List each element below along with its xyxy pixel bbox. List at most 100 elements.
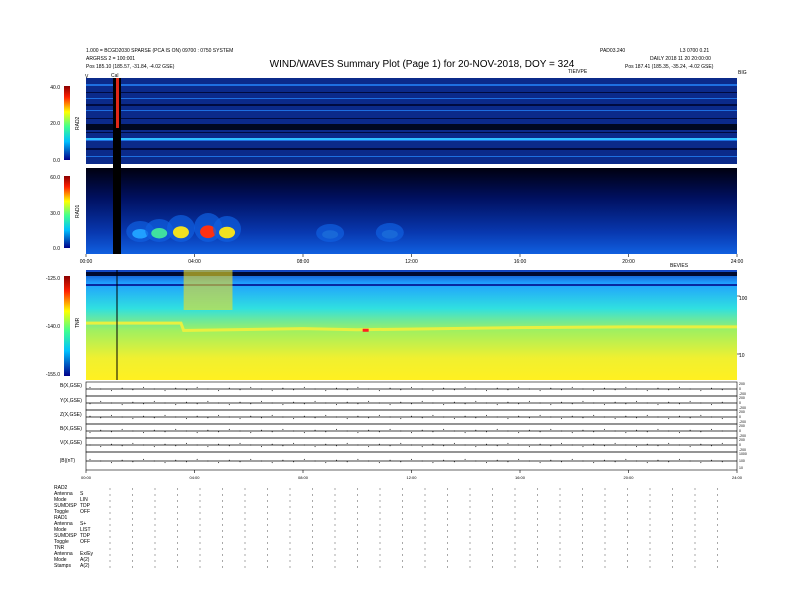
footer-dot: [222, 542, 223, 544]
footer-dot: [379, 536, 381, 538]
footer-dot: [312, 554, 313, 556]
footer-dot: [154, 542, 156, 544]
footer-dot: [649, 566, 651, 568]
footer-dot: [357, 494, 358, 496]
footer-dot: [627, 548, 628, 550]
line-panel-point: [378, 402, 380, 404]
line-panel-point: [507, 461, 509, 463]
line-panel-point: [700, 431, 702, 433]
line-panel-point: [614, 442, 616, 444]
footer-dot: [424, 524, 426, 526]
line-panel-point: [218, 390, 220, 392]
footer-dot: [154, 554, 156, 556]
line-panel-point: [357, 432, 359, 434]
footer-dot: [154, 530, 156, 532]
line-panel-point: [260, 388, 262, 390]
line-panel-point: [282, 387, 284, 389]
line-panel-point: [486, 390, 488, 392]
footer-dot: [312, 506, 313, 508]
line-panel-point: [636, 446, 638, 448]
footer-dot: [559, 488, 561, 490]
line-panel-point: [614, 418, 616, 420]
line-panel-point: [121, 445, 123, 447]
line-panel-point: [475, 446, 477, 448]
footer-dot: [199, 554, 201, 556]
rad2-band: [86, 132, 737, 133]
footer-rad1-r3-value: OFF: [80, 539, 90, 545]
footer-dot: [222, 518, 223, 520]
rad1-emission-core: [172, 226, 189, 239]
line-panel-point: [303, 458, 305, 460]
line-panel-point: [421, 446, 423, 448]
footer-dot: [582, 512, 583, 514]
line-panel-point: [582, 460, 584, 462]
footer-dot: [469, 524, 471, 526]
footer-dot: [334, 524, 336, 526]
line-panel-point: [453, 442, 455, 444]
footer-dot: [559, 512, 561, 514]
footer-dot: [334, 518, 336, 520]
footer-dot: [222, 530, 223, 532]
footer-dot: [289, 488, 291, 490]
line-panel-point: [271, 414, 273, 416]
line-panel-point: [228, 459, 230, 461]
line-panel-point: [303, 444, 305, 446]
line-panel-point: [657, 404, 659, 406]
header-right-top2: L3 0700 0.21: [680, 48, 709, 54]
rad2-band: [86, 110, 737, 111]
line-panel-point: [678, 415, 680, 417]
rad1-colorbar: [64, 176, 70, 248]
footer-dot: [132, 494, 133, 496]
footer-dot: [154, 560, 156, 562]
footer-dot: [199, 566, 201, 568]
line-panel-point: [668, 430, 670, 432]
footer-dot: [537, 488, 538, 490]
line-panel-point: [721, 418, 723, 420]
footer-dot: [312, 494, 313, 496]
rad1-xtick-label: 00:00: [80, 259, 93, 265]
footer-dot: [379, 566, 381, 568]
line-panel-point: [432, 431, 434, 433]
footer-dot: [672, 554, 673, 556]
line-panel-point: [689, 400, 691, 402]
line-panel-point: [603, 416, 605, 418]
line-panel-point: [561, 401, 563, 403]
tnr-colorbar: [64, 276, 70, 376]
footer-dot: [244, 500, 246, 502]
line-panel-point: [614, 389, 616, 391]
footer-dot: [289, 554, 291, 556]
footer-dot: [177, 548, 178, 550]
footer-tnr-r2-value: A(2): [80, 563, 90, 569]
footer-dot: [334, 512, 336, 514]
footer-dot: [154, 512, 156, 514]
footer-dot: [109, 536, 111, 538]
footer-dot: [492, 554, 493, 556]
line-panel-point: [378, 443, 380, 445]
footer-dot: [672, 512, 673, 514]
footer-dot: [109, 560, 111, 562]
line-panel-point: [700, 414, 702, 416]
footer-dot: [244, 566, 246, 568]
footer-dot: [717, 500, 718, 502]
line-panel-point: [389, 428, 391, 430]
line-panel-point: [561, 389, 563, 391]
line-panel-point: [668, 461, 670, 463]
line-panel-point: [164, 414, 166, 416]
line-panel-point: [218, 402, 220, 404]
line-panel-point: [593, 414, 595, 416]
footer-dot: [717, 566, 718, 568]
footer-dot: [312, 548, 313, 550]
footer-dot: [199, 548, 201, 550]
line-panel-point: [132, 442, 134, 444]
line-panel-right-tick: 1000: [739, 452, 747, 456]
line-panel-point: [121, 416, 123, 418]
footer-dot: [379, 512, 381, 514]
footer-dot: [244, 494, 246, 496]
footer-dot: [357, 530, 358, 532]
line-panel-point: [303, 403, 305, 405]
footer-dot: [267, 548, 268, 550]
line-panel-point: [432, 462, 434, 464]
line-panel-point: [400, 442, 402, 444]
footer-dot: [604, 506, 606, 508]
line-panel-point: [314, 429, 316, 431]
